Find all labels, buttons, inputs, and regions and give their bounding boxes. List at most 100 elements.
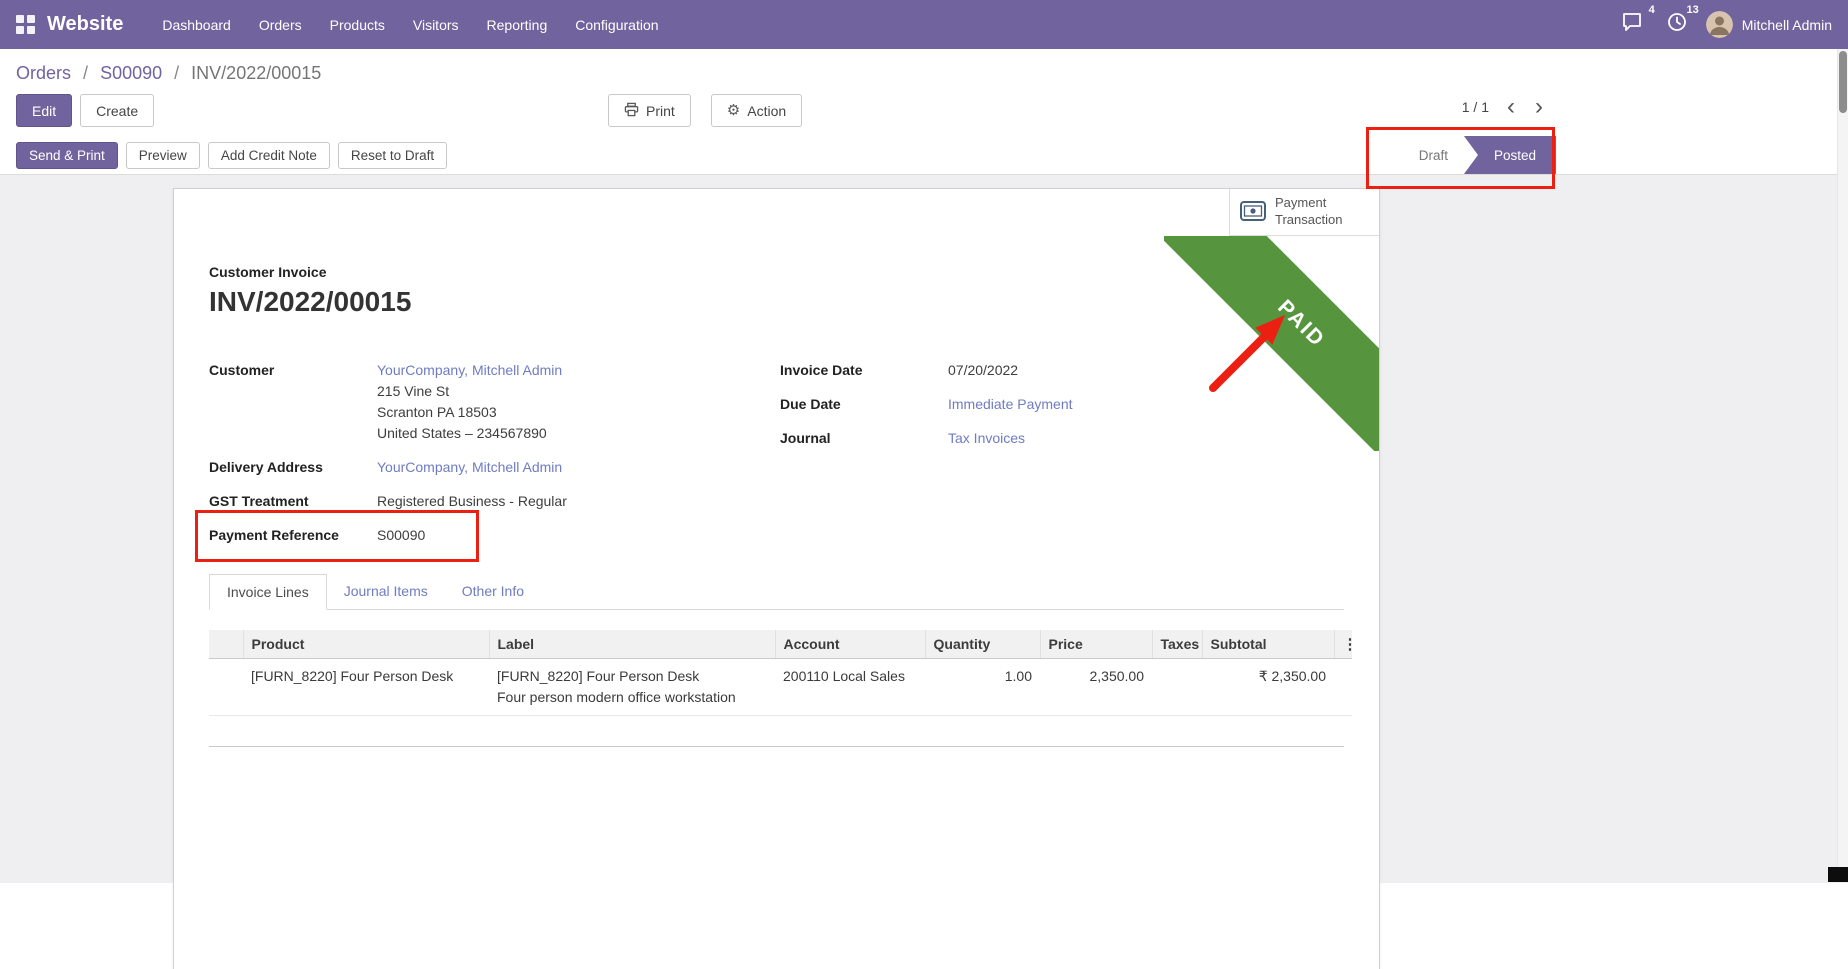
clock-icon [1667, 12, 1687, 37]
tab-invoice-lines[interactable]: Invoice Lines [209, 574, 327, 610]
printer-icon [624, 102, 639, 120]
cell-subtotal[interactable]: ₹ 2,350.00 [1202, 659, 1334, 716]
scrollbar-thumb[interactable] [1839, 51, 1847, 113]
cell-account[interactable]: 200110 Local Sales [775, 659, 925, 716]
column-header-product[interactable]: Product [243, 630, 489, 659]
nav-item-products[interactable]: Products [317, 10, 398, 40]
line-description: Four person modern office workstation [497, 687, 767, 708]
chevron-right-icon: › [1535, 93, 1543, 120]
customer-address-line: 215 Vine St [377, 381, 562, 402]
messages-badge: 4 [1649, 4, 1655, 16]
payment-terms-link[interactable]: Immediate Payment [948, 396, 1073, 412]
cell-label[interactable]: [FURN_8220] Four Person Desk Four person… [489, 659, 775, 716]
invoice-sheet: Payment Transaction PAID Customer Invoic… [173, 188, 1380, 969]
user-name: Mitchell Admin [1742, 17, 1832, 33]
breadcrumb-separator: / [83, 63, 88, 83]
invoice-lines-table: Product Label Account Quantity Price Tax… [209, 630, 1352, 716]
journal-link[interactable]: Tax Invoices [948, 430, 1025, 446]
optional-columns-icon[interactable]: ⋮ [1334, 630, 1352, 659]
nav-item-configuration[interactable]: Configuration [562, 10, 671, 40]
document-number: INV/2022/00015 [209, 286, 1344, 318]
scrollbar-corner [1828, 867, 1848, 882]
customer-link[interactable]: YourCompany, Mitchell Admin [377, 362, 562, 378]
delivery-address-link[interactable]: YourCompany, Mitchell Admin [377, 459, 562, 475]
cell-quantity[interactable]: 1.00 [925, 659, 1040, 716]
cell-price[interactable]: 2,350.00 [1040, 659, 1152, 716]
breadcrumb-separator: / [174, 63, 179, 83]
column-header-label[interactable]: Label [489, 630, 775, 659]
gst-treatment-value: Registered Business - Regular [377, 491, 567, 512]
customer-label: Customer [209, 360, 377, 444]
create-button[interactable]: Create [80, 94, 154, 127]
form-view-background: Payment Transaction PAID Customer Invoic… [0, 175, 1848, 883]
field-delivery-address: Delivery Address YourCompany, Mitchell A… [209, 457, 780, 478]
print-button[interactable]: Print [608, 94, 691, 127]
column-header-account[interactable]: Account [775, 630, 925, 659]
systray: 4 13 Mitchell Admin [1616, 9, 1832, 40]
edit-button[interactable]: Edit [16, 94, 72, 127]
totals-separator [209, 746, 1344, 747]
main-menu: Dashboard Orders Products Visitors Repor… [149, 10, 671, 40]
pager-next-button[interactable]: › [1533, 98, 1545, 116]
invoice-line-row[interactable]: [FURN_8220] Four Person Desk [FURN_8220]… [209, 659, 1352, 716]
column-header-taxes[interactable]: Taxes [1152, 630, 1202, 659]
payment-transaction-button[interactable]: Payment Transaction [1229, 189, 1379, 236]
payment-reference-value: S00090 [377, 525, 425, 546]
user-menu[interactable]: Mitchell Admin [1706, 11, 1832, 38]
state-widget: Draft Posted [1403, 136, 1556, 174]
control-panel: Edit Create Print ⚙ Action 1 / 1 ‹ › [0, 85, 1848, 136]
apps-menu-icon[interactable] [16, 15, 35, 34]
send-and-print-button[interactable]: Send & Print [16, 142, 118, 169]
breadcrumb-current: INV/2022/00015 [191, 63, 321, 83]
cell-product[interactable]: [FURN_8220] Four Person Desk [243, 659, 489, 716]
activities-button[interactable]: 13 [1662, 9, 1692, 40]
customer-address-line: Scranton PA 18503 [377, 402, 562, 423]
breadcrumb-orders[interactable]: Orders [16, 63, 71, 83]
journal-label: Journal [780, 428, 948, 449]
column-header-subtotal[interactable]: Subtotal [1202, 630, 1334, 659]
cell-options [1334, 659, 1352, 716]
action-button[interactable]: ⚙ Action [711, 94, 802, 127]
breadcrumb-sale-order[interactable]: S00090 [100, 63, 162, 83]
tab-journal-items[interactable]: Journal Items [327, 574, 445, 609]
pager-prev-button[interactable]: ‹ [1505, 98, 1517, 116]
pager: 1 / 1 ‹ › [1462, 98, 1545, 116]
preview-button[interactable]: Preview [126, 142, 200, 169]
nav-item-visitors[interactable]: Visitors [400, 10, 472, 40]
column-header-price[interactable]: Price [1040, 630, 1152, 659]
gst-treatment-label: GST Treatment [209, 491, 377, 512]
print-label: Print [646, 103, 675, 119]
due-date-label: Due Date [780, 394, 948, 415]
delivery-address-label: Delivery Address [209, 457, 377, 478]
cell-taxes[interactable] [1152, 659, 1202, 716]
vertical-scrollbar[interactable] [1837, 49, 1848, 882]
field-journal: Journal Tax Invoices [780, 428, 1073, 449]
customer-address-line: United States – 234567890 [377, 423, 562, 444]
nav-item-reporting[interactable]: Reporting [474, 10, 561, 40]
payment-reference-label: Payment Reference [209, 525, 377, 546]
invoice-date-label: Invoice Date [780, 360, 948, 381]
document-type-label: Customer Invoice [209, 264, 1344, 280]
column-header-quantity[interactable]: Quantity [925, 630, 1040, 659]
activities-badge: 13 [1686, 4, 1698, 16]
nav-item-orders[interactable]: Orders [246, 10, 315, 40]
add-credit-note-button[interactable]: Add Credit Note [208, 142, 330, 169]
smart-button-label-line1: Payment [1275, 195, 1326, 210]
chevron-left-icon: ‹ [1507, 93, 1515, 120]
messages-button[interactable]: 4 [1616, 9, 1648, 40]
reset-to-draft-button[interactable]: Reset to Draft [338, 142, 447, 169]
breadcrumb: Orders / S00090 / INV/2022/00015 [0, 49, 1848, 85]
tab-other-info[interactable]: Other Info [445, 574, 541, 609]
gear-icon: ⚙ [727, 103, 740, 118]
row-handle [209, 659, 243, 716]
smart-button-label-line2: Transaction [1275, 212, 1342, 227]
nav-item-dashboard[interactable]: Dashboard [149, 10, 244, 40]
field-invoice-date: Invoice Date 07/20/2022 [780, 360, 1073, 381]
field-gst-treatment: GST Treatment Registered Business - Regu… [209, 491, 780, 512]
chat-icon [1621, 12, 1643, 37]
avatar [1706, 11, 1733, 38]
state-draft[interactable]: Draft [1403, 136, 1464, 174]
state-posted[interactable]: Posted [1464, 136, 1556, 174]
handle-column-header [209, 630, 243, 659]
app-name[interactable]: Website [47, 13, 123, 36]
